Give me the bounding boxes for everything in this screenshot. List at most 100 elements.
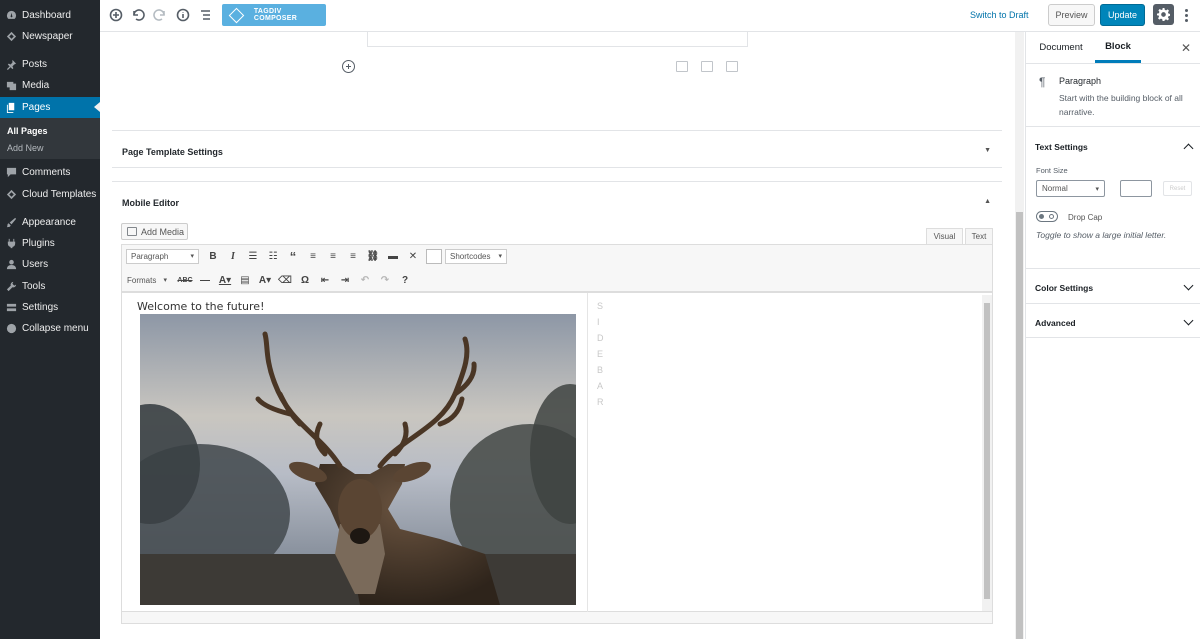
mobile-editor-box: Mobile Editor ▲	[112, 181, 1002, 219]
more-options-button[interactable]	[1180, 6, 1192, 24]
sidebar-letter: D	[597, 333, 604, 343]
add-media-label: Add Media	[141, 226, 185, 237]
info-button[interactable]	[174, 6, 192, 24]
outdent-button[interactable]: ⇤	[315, 271, 335, 289]
advanced-title: Advanced	[1035, 318, 1076, 328]
add-media-button[interactable]: Add Media	[121, 223, 188, 240]
welcome-text[interactable]: Welcome to the future!	[137, 300, 265, 313]
collapse-toggle-icon[interactable]: ▼	[984, 147, 991, 154]
gear-icon	[1157, 8, 1170, 21]
editor-body[interactable]: Welcome to the future! S I D E B A R	[121, 292, 993, 612]
sidebar-letter: S	[597, 301, 604, 311]
shortcodes-select[interactable]: Shortcodes	[445, 248, 507, 264]
numbered-list-button[interactable]: ☷	[263, 247, 283, 265]
fullscreen-button[interactable]: ✕	[403, 247, 423, 265]
help-button[interactable]: ?	[395, 271, 415, 289]
redo-button[interactable]	[151, 6, 169, 24]
update-button[interactable]: Update	[1100, 4, 1145, 26]
tab-visual[interactable]: Visual	[926, 228, 963, 244]
paste-text-button[interactable]: ▤	[235, 271, 255, 289]
reset-button[interactable]: Reset	[1163, 181, 1192, 196]
menu-plugins[interactable]: Plugins	[0, 233, 100, 254]
tab-text[interactable]: Text	[965, 228, 993, 244]
block-card: ¶ Paragraph Start with the building bloc…	[1026, 63, 1200, 127]
previous-block[interactable]	[367, 32, 748, 47]
menu-media[interactable]: Media	[0, 75, 100, 96]
deer-image[interactable]	[140, 314, 576, 605]
clear-formatting-button[interactable]: ⌫	[275, 271, 295, 289]
special-character-button[interactable]: Ω	[295, 271, 315, 289]
submenu-add-new[interactable]: Add New	[7, 143, 44, 153]
keyboard-icon[interactable]	[676, 61, 688, 72]
editor-scrollbar[interactable]	[982, 295, 992, 611]
indent-button[interactable]: ⇥	[335, 271, 355, 289]
bold-button[interactable]: B	[203, 247, 223, 265]
read-more-button[interactable]: ▬	[383, 247, 403, 265]
bullet-list-button[interactable]: ☰	[243, 247, 263, 265]
strikethrough-button[interactable]: ABC	[175, 271, 195, 289]
page-scrollbar[interactable]	[1015, 32, 1024, 639]
font-size-select[interactable]: Normal ▾	[1036, 180, 1105, 197]
classic-editor: Add Media Visual Text Paragraph B I ☰ ☷ …	[121, 222, 993, 624]
chevron-down-icon	[1183, 280, 1194, 291]
undo-editor-button[interactable]: ↶	[355, 271, 375, 289]
text-settings-title[interactable]: Text Settings	[1035, 142, 1088, 152]
block-inserter-icon[interactable]	[342, 60, 355, 73]
advanced-panel[interactable]: Advanced	[1026, 304, 1200, 338]
page-template-settings-box[interactable]: Page Template Settings ▼	[112, 130, 1002, 168]
formats-select[interactable]: Formats	[126, 273, 171, 288]
italic-button[interactable]: I	[223, 247, 243, 265]
scrollbar-thumb[interactable]	[984, 303, 990, 599]
align-center-button[interactable]: ≡	[323, 247, 343, 265]
pages-submenu: All Pages Add New	[0, 118, 100, 159]
format-select[interactable]: Paragraph	[126, 248, 199, 264]
preview-button[interactable]: Preview	[1048, 4, 1095, 26]
settings-toggle-button[interactable]	[1153, 4, 1174, 25]
sidebar-letter: I	[597, 317, 600, 327]
menu-appearance[interactable]: Appearance	[0, 212, 100, 233]
menu-cloud-templates[interactable]: Cloud Templates	[0, 184, 100, 205]
image-icon[interactable]	[726, 61, 738, 72]
menu-comments[interactable]: Comments	[0, 162, 100, 183]
menu-label: Appearance	[22, 217, 76, 228]
redo-editor-button[interactable]: ↷	[375, 271, 395, 289]
collapse-toggle-icon[interactable]: ▲	[984, 198, 991, 205]
drop-cap-toggle[interactable]	[1036, 211, 1058, 222]
text-color-button[interactable]: A▾	[215, 271, 235, 289]
menu-newspaper[interactable]: Newspaper	[0, 26, 100, 47]
gallery-icon[interactable]	[701, 61, 713, 72]
menu-posts[interactable]: Posts	[0, 54, 100, 75]
menu-pages[interactable]: Pages	[0, 97, 100, 118]
formats-select-value: Formats	[127, 275, 157, 285]
menu-collapse[interactable]: Collapse menu	[0, 318, 100, 339]
tab-block[interactable]: Block	[1095, 32, 1141, 63]
tab-document[interactable]: Document	[1032, 32, 1090, 63]
shortcodes-select-value: Shortcodes	[450, 251, 491, 261]
blockquote-button[interactable]: “	[283, 247, 303, 265]
link-button[interactable]: ⛓	[363, 247, 383, 265]
scrollbar-thumb[interactable]	[1016, 212, 1023, 639]
close-icon[interactable]: ✕	[1181, 41, 1191, 55]
pages-icon	[5, 102, 17, 114]
menu-dashboard[interactable]: Dashboard	[0, 5, 100, 26]
chevron-up-icon[interactable]	[1183, 143, 1194, 154]
menu-tools[interactable]: Tools	[0, 276, 100, 297]
outline-button[interactable]	[196, 6, 214, 24]
undo-button[interactable]	[129, 6, 147, 24]
horizontal-line-button[interactable]: —	[195, 271, 215, 289]
align-left-button[interactable]: ≡	[303, 247, 323, 265]
plugin-icon	[5, 238, 17, 250]
menu-users[interactable]: Users	[0, 254, 100, 275]
align-right-button[interactable]: ≡	[343, 247, 363, 265]
submenu-all-pages[interactable]: All Pages	[7, 126, 48, 136]
tagdiv-composer-button[interactable]: TAGDIV COMPOSER	[222, 4, 326, 26]
color-settings-panel[interactable]: Color Settings	[1026, 269, 1200, 304]
list-icon	[201, 10, 210, 20]
switch-to-draft-link[interactable]: Switch to Draft	[970, 10, 1029, 20]
color-swatch[interactable]	[426, 248, 442, 264]
menu-settings[interactable]: Settings	[0, 297, 100, 318]
background-color-button[interactable]: A▾	[255, 271, 275, 289]
add-block-button[interactable]	[107, 6, 125, 24]
custom-font-size-input[interactable]	[1120, 180, 1152, 197]
chevron-down-icon: ▾	[1095, 185, 1099, 193]
